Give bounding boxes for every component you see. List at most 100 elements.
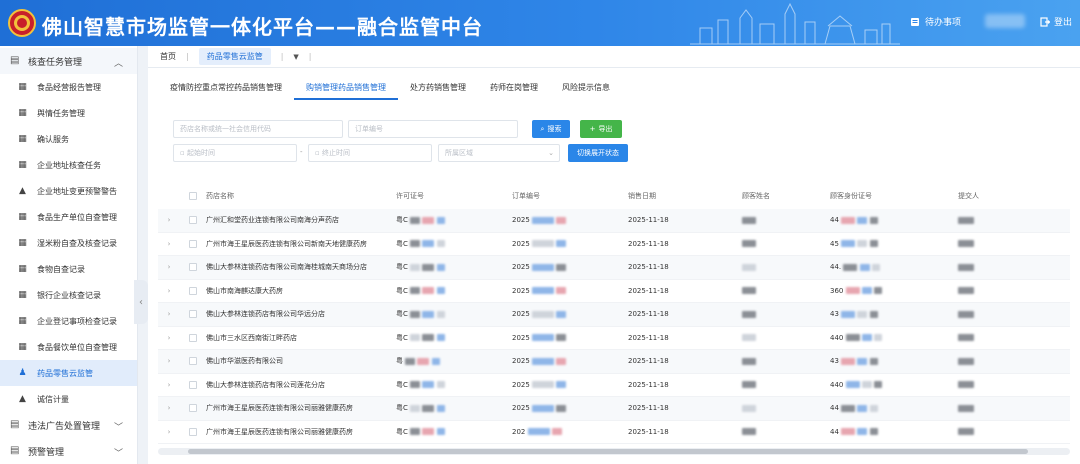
caret-down-icon[interactable]: ▼ <box>293 53 298 61</box>
table-body: › 广州汇和堂药业连锁有限公司南海分声药店 粤C 2025 2025-11-18 44… <box>158 209 1070 444</box>
table-row[interactable]: › 广州汇和堂药业连锁有限公司南海分声药店 粤C 2025 2025-11-18 44 <box>158 209 1070 233</box>
cell-customer-id: 440 <box>830 381 958 389</box>
expand-row-icon[interactable]: › <box>158 428 180 436</box>
redacted-block <box>841 404 856 412</box>
sidebar-group-illegal-ads[interactable]: ▤ 违法广告处置管理 ﹀ <box>0 412 137 438</box>
sidebar-item[interactable]: ▦ 银行企业核查记录 <box>0 282 137 308</box>
redacted-block <box>841 357 856 365</box>
sidebar-item[interactable]: ▦ 企业登记事项检查记录 <box>0 308 137 334</box>
row-checkbox[interactable] <box>189 310 197 319</box>
sidebar-item[interactable]: ▦ 湿米粉自查及核查记录 <box>0 230 137 256</box>
expand-row-icon[interactable]: › <box>158 404 180 412</box>
col-order[interactable]: 订单编号 <box>512 191 628 201</box>
tab-risk-info[interactable]: 风险提示信息 <box>550 78 622 100</box>
horizontal-scrollbar[interactable] <box>158 448 1070 455</box>
id-prefix: 44 <box>830 216 839 225</box>
region-select[interactable]: 所属区域 ⌄ <box>438 144 560 162</box>
logout-button[interactable]: 登出 <box>1040 15 1072 28</box>
sidebar-item-label: 舆情任务管理 <box>37 108 85 118</box>
sidebar: ▤ 核查任务管理 ︿ ▦ 食品经营报告管理 ▦ 舆情任务管理 ▦ 确认服务 ▦ 企业地址… <box>0 46 138 464</box>
redacted-block <box>958 263 974 271</box>
select-all-checkbox[interactable] <box>189 192 197 200</box>
redacted-block <box>742 287 756 295</box>
sidebar-collapse-handle[interactable]: ‹ <box>134 280 148 324</box>
chevron-up-icon: ︿ <box>113 59 123 69</box>
row-checkbox[interactable] <box>189 427 197 436</box>
table-row[interactable]: › 广州市海王星辰医药连锁有限公司丽雅健康药房 粤C 2025 2025-11-18… <box>158 397 1070 421</box>
scrollbar-thumb[interactable] <box>188 449 1028 454</box>
todo-button[interactable]: 待办事项 <box>910 15 961 28</box>
table-row[interactable]: › 佛山市三水区西南街江畔药店 粤C 2025 2025-11-18 440 <box>158 327 1070 350</box>
col-license[interactable]: 许可证号 <box>396 191 512 201</box>
sidebar-item[interactable]: ▦ 舆情任务管理 <box>0 100 137 126</box>
redacted-block <box>958 240 974 248</box>
row-checkbox[interactable] <box>189 380 197 389</box>
tab-pharmacist-on-duty[interactable]: 药师在岗管理 <box>478 78 550 100</box>
col-customer-id[interactable]: 顾客身份证号 <box>830 191 958 201</box>
toggle-expand-button[interactable]: 切换展开状态 <box>568 144 628 162</box>
tab-prescription-sales[interactable]: 处方药销售管理 <box>398 78 478 100</box>
row-checkbox[interactable] <box>189 239 197 248</box>
expand-row-icon[interactable]: › <box>158 240 180 248</box>
redacted-block <box>874 334 883 342</box>
order-number-input[interactable]: 订单编号 <box>348 120 518 138</box>
row-checkbox[interactable] <box>189 333 197 342</box>
table-row[interactable]: › 佛山大参林连锁药店有限公司南海桂城南天商场分店 粤C 2025 2025-11-… <box>158 256 1070 280</box>
row-checkbox[interactable] <box>189 357 197 366</box>
row-checkbox[interactable] <box>189 286 197 295</box>
table-row[interactable]: › 佛山大参林连锁药店有限公司华远分店 粤C 2025 2025-11-18 43 <box>158 303 1070 327</box>
expand-row-icon[interactable]: › <box>158 357 180 365</box>
sidebar-item[interactable]: ▦ 食品餐饮单位自查管理 <box>0 334 137 360</box>
cell-submitter <box>958 287 1018 295</box>
end-date-input[interactable]: ▫ 终止时间 <box>308 144 432 162</box>
redacted-block <box>742 334 756 342</box>
col-submitter[interactable]: 提交人 <box>958 191 1018 201</box>
table-row[interactable]: › 广州市海王星辰医药连锁有限公司新南天地健康药房 粤C 2025 2025-11-… <box>158 233 1070 256</box>
sidebar-item[interactable]: ▦ 企业地址核查任务 <box>0 152 137 178</box>
col-store[interactable]: 药店名称 <box>206 191 396 201</box>
tab-purchase-sales[interactable]: 购销管理药品销售管理 <box>294 78 398 100</box>
table-row[interactable]: › 广州市海王星辰医药连锁有限公司丽雅健康药房 粤C 202 2025-11-18 4… <box>158 421 1070 444</box>
sidebar-group-warning[interactable]: ▤ 预警管理 ﹀ <box>0 438 137 464</box>
sidebar-group-task-management[interactable]: ▤ 核查任务管理 ︿ <box>0 48 137 74</box>
expand-row-icon[interactable]: › <box>158 287 180 295</box>
cell-license: 粤C <box>396 380 512 390</box>
expand-row-icon[interactable]: › <box>158 216 180 224</box>
sidebar-group-label: 违法广告处置管理 <box>28 421 101 432</box>
col-customer-name[interactable]: 顾客姓名 <box>742 191 830 201</box>
sidebar-item[interactable]: ▦ 食物自查记录 <box>0 256 137 282</box>
cell-customer-name <box>742 310 830 318</box>
col-date[interactable]: 销售日期 <box>628 191 742 201</box>
row-checkbox[interactable] <box>189 404 197 413</box>
start-date-input[interactable]: ▫ 起始时间 <box>173 144 297 162</box>
table-row[interactable]: › 佛山大参林连锁药店有限公司莲花分店 粤C 2025 2025-11-18 440 <box>158 374 1070 397</box>
id-prefix: 44. <box>830 263 842 272</box>
redacted-block <box>874 381 883 389</box>
export-button[interactable]: + 导出 <box>580 120 622 138</box>
redacted-block <box>857 216 868 224</box>
user-name-redacted[interactable] <box>985 14 1025 28</box>
breadcrumb-home[interactable]: 首页 <box>160 51 176 62</box>
row-checkbox[interactable] <box>189 216 197 225</box>
tab-epidemic-drug-sales[interactable]: 疫情防控重点常控药品销售管理 <box>158 78 294 100</box>
breadcrumb-current-tab[interactable]: 药品零售云监管 <box>198 48 271 65</box>
expand-row-icon[interactable]: › <box>158 263 180 271</box>
row-checkbox[interactable] <box>189 263 197 272</box>
store-search-input[interactable]: 药店名称或统一社会信用代码 <box>173 120 343 138</box>
redacted-block <box>556 404 567 412</box>
expand-row-icon[interactable]: › <box>158 310 180 318</box>
search-button[interactable]: ⌕ 搜索 <box>532 120 570 138</box>
redacted-block <box>869 357 878 365</box>
sidebar-item[interactable]: ▦ 食品生产单位自查管理 <box>0 204 137 230</box>
redacted-block <box>869 428 878 436</box>
sidebar-item-pharmacy-retail-cloud[interactable]: ♟ 药品零售云监管 <box>0 360 137 386</box>
sidebar-item[interactable]: ▲ 诚信计量 <box>0 386 137 412</box>
logout-label: 登出 <box>1054 18 1073 28</box>
expand-row-icon[interactable]: › <box>158 334 180 342</box>
table-row[interactable]: › 佛山市南海麒达康大药房 粤C 2025 2025-11-18 360 <box>158 280 1070 303</box>
table-row[interactable]: › 佛山市华滋医药有限公司 粤 2025 2025-11-18 43 <box>158 350 1070 374</box>
sidebar-item[interactable]: ▦ 食品经营报告管理 <box>0 74 137 100</box>
sidebar-item[interactable]: ▲ 企业地址变更预警警告 <box>0 178 137 204</box>
expand-row-icon[interactable]: › <box>158 381 180 389</box>
sidebar-item[interactable]: ▦ 确认服务 <box>0 126 137 152</box>
